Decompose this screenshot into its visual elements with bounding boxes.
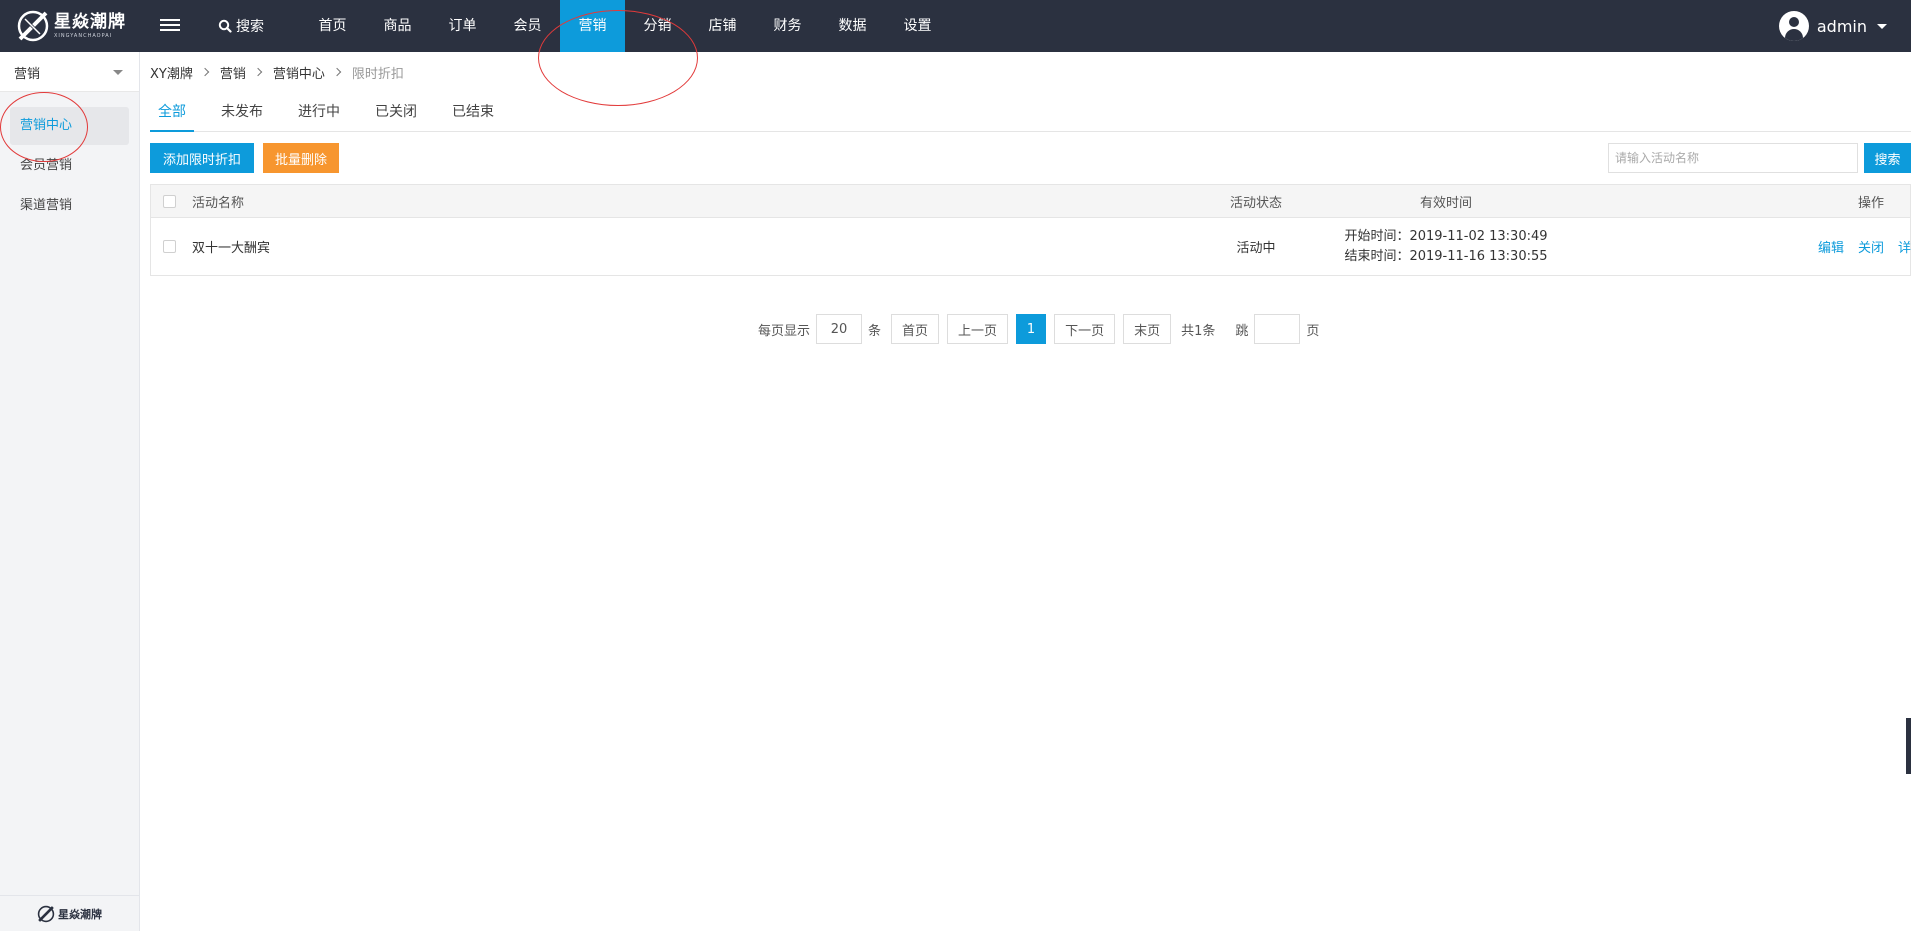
tab-closed[interactable]: 已关闭 bbox=[367, 96, 425, 132]
add-flash-discount-button[interactable]: 添加限时折扣 bbox=[150, 143, 254, 173]
user-menu[interactable]: admin bbox=[1778, 0, 1887, 52]
breadcrumb: XY潮牌 营销 营销中心 限时折扣 bbox=[150, 62, 404, 82]
logo-subtext: XINGYANCHAOPAI bbox=[54, 32, 113, 39]
avatar-icon bbox=[1778, 11, 1809, 41]
select-all-checkbox[interactable] bbox=[163, 194, 176, 208]
jump-page-input[interactable] bbox=[1254, 314, 1301, 344]
last-page-button[interactable]: 末页 bbox=[1123, 314, 1172, 344]
sidebar: 营销 营销中心 会员营销 渠道营销 星焱潮牌 bbox=[0, 52, 140, 931]
per-page-unit: 条 bbox=[868, 323, 882, 339]
activity-search-input[interactable] bbox=[1608, 143, 1858, 173]
activity-start-time: 开始时间：2019-11-02 13:30:49 bbox=[1344, 228, 1548, 244]
row-checkbox[interactable] bbox=[163, 240, 176, 253]
current-page-button[interactable]: 1 bbox=[1016, 314, 1047, 344]
details-link[interactable]: 详情 bbox=[1898, 237, 1911, 256]
chevron-down-icon bbox=[1877, 23, 1887, 29]
user-name: admin bbox=[1816, 16, 1867, 36]
top-bar: 星焱潮牌 XINGYANCHAOPAI 搜索 首页 商品 订单 会员 营销 分销… bbox=[0, 0, 1911, 52]
pagination: 每页显示 20 条 首页 上一页 1 下一页 末页 共1条 跳 页 bbox=[752, 314, 1325, 344]
edit-link[interactable]: 编辑 bbox=[1818, 237, 1844, 256]
top-search-label: 搜索 bbox=[236, 19, 264, 35]
nav-data[interactable]: 数据 bbox=[820, 0, 885, 52]
logo-mark-icon bbox=[37, 905, 55, 922]
sidebar-title: 营销 bbox=[14, 67, 41, 82]
chevron-right-icon bbox=[200, 67, 210, 77]
breadcrumb-item[interactable]: XY潮牌 bbox=[150, 63, 193, 82]
sidebar-item-marketing-center[interactable]: 营销中心 bbox=[10, 107, 129, 145]
footer-logo-text: 星焱潮牌 bbox=[58, 907, 102, 921]
logo-mark-icon bbox=[17, 10, 49, 42]
activity-status: 活动中 bbox=[1236, 241, 1276, 256]
sidebar-header[interactable]: 营销 bbox=[0, 52, 139, 92]
per-page-label: 每页显示 bbox=[758, 323, 811, 339]
nav-home[interactable]: 首页 bbox=[300, 0, 365, 52]
header-operations: 操作 bbox=[1857, 195, 1884, 211]
activity-table: 活动名称 活动状态 有效时间 操作 双十一大酬宾 活动中 开始时间：2019-1… bbox=[150, 184, 1911, 276]
activity-valid-time: 开始时间：2019-11-02 13:30:49 结束时间：2019-11-16… bbox=[1341, 218, 1551, 275]
menu-toggle-icon[interactable] bbox=[160, 16, 180, 36]
search-icon bbox=[218, 19, 232, 33]
total-count: 共1条 bbox=[1181, 323, 1216, 339]
nav-distribution[interactable]: 分销 bbox=[625, 0, 690, 52]
table-header: 活动名称 活动状态 有效时间 操作 bbox=[151, 185, 1910, 218]
nav-members[interactable]: 会员 bbox=[495, 0, 560, 52]
activity-name: 双十一大酬宾 bbox=[192, 241, 271, 256]
status-tabs: 全部 未发布 进行中 已关闭 已结束 bbox=[150, 96, 1911, 132]
header-activity-status: 活动状态 bbox=[1229, 195, 1282, 211]
per-page-input[interactable]: 20 bbox=[816, 314, 863, 344]
brand-logo[interactable]: 星焱潮牌 XINGYANCHAOPAI bbox=[16, 8, 126, 44]
breadcrumb-current: 限时折扣 bbox=[351, 66, 404, 82]
next-page-button[interactable]: 下一页 bbox=[1054, 314, 1116, 344]
row-operations: 编辑 关闭 详情 bbox=[1771, 218, 1911, 275]
top-search-link[interactable]: 搜索 bbox=[218, 0, 264, 52]
nav-finance[interactable]: 财务 bbox=[755, 0, 820, 52]
breadcrumb-item[interactable]: 营销 bbox=[220, 63, 246, 82]
breadcrumb-item[interactable]: 营销中心 bbox=[273, 63, 325, 82]
chevron-right-icon bbox=[253, 67, 263, 77]
nav-settings[interactable]: 设置 bbox=[885, 0, 950, 52]
sidebar-item-channel-marketing[interactable]: 渠道营销 bbox=[10, 187, 129, 225]
first-page-button[interactable]: 首页 bbox=[891, 314, 940, 344]
sidebar-item-member-marketing[interactable]: 会员营销 bbox=[10, 147, 129, 185]
sidebar-footer-logo: 星焱潮牌 bbox=[0, 895, 139, 931]
tab-all[interactable]: 全部 bbox=[150, 96, 194, 132]
nav-goods[interactable]: 商品 bbox=[365, 0, 430, 52]
table-row: 双十一大酬宾 活动中 开始时间：2019-11-02 13:30:49 结束时间… bbox=[151, 218, 1911, 275]
nav-store[interactable]: 店铺 bbox=[690, 0, 755, 52]
jump-label: 跳 bbox=[1235, 323, 1249, 339]
chevron-right-icon bbox=[332, 67, 342, 77]
tab-ended[interactable]: 已结束 bbox=[444, 96, 502, 132]
close-link[interactable]: 关闭 bbox=[1858, 237, 1884, 256]
header-valid-time: 有效时间 bbox=[1419, 195, 1472, 211]
nav-marketing[interactable]: 营销 bbox=[560, 0, 625, 52]
search-button[interactable]: 搜索 bbox=[1864, 143, 1911, 173]
batch-delete-button[interactable]: 批量删除 bbox=[263, 143, 339, 173]
prev-page-button[interactable]: 上一页 bbox=[947, 314, 1009, 344]
chevron-down-icon bbox=[113, 70, 123, 75]
activity-end-time: 结束时间：2019-11-16 13:30:55 bbox=[1344, 248, 1548, 264]
header-activity-name: 活动名称 bbox=[192, 195, 245, 211]
tab-in-progress[interactable]: 进行中 bbox=[290, 96, 348, 132]
page-unit: 页 bbox=[1306, 323, 1320, 339]
nav-orders[interactable]: 订单 bbox=[430, 0, 495, 52]
side-scroll-tab[interactable] bbox=[1906, 718, 1911, 774]
logo-text: 星焱潮牌 bbox=[54, 11, 126, 32]
tab-unpublished[interactable]: 未发布 bbox=[213, 96, 271, 132]
main-nav: 首页 商品 订单 会员 营销 分销 店铺 财务 数据 设置 bbox=[300, 0, 950, 52]
